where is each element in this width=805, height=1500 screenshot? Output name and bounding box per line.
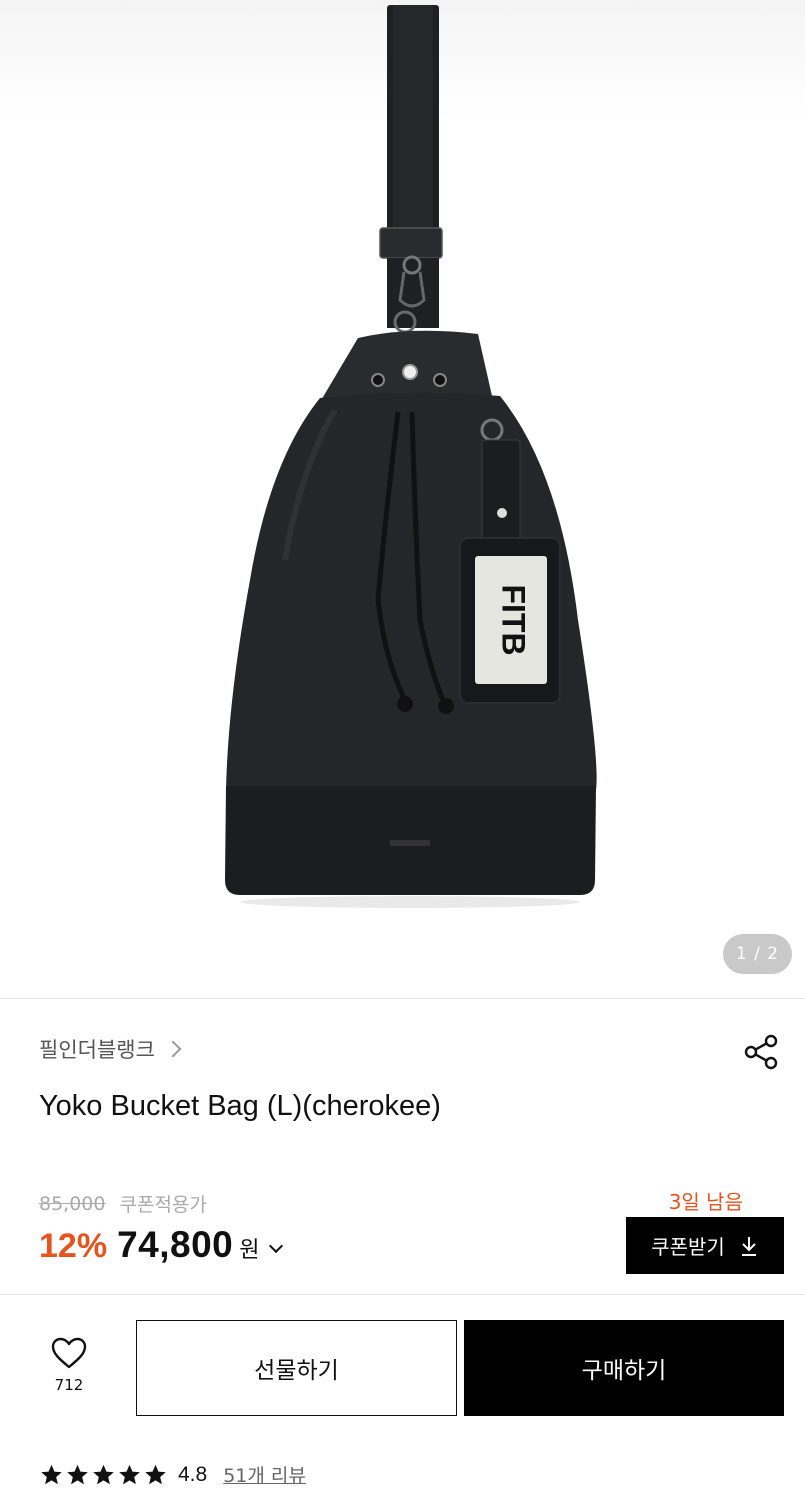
sale-price-row[interactable]: 12% 74,800 원	[39, 1224, 284, 1266]
review-count-link[interactable]: 51개 리뷰	[223, 1461, 306, 1488]
image-page-indicator: 1 / 2	[723, 934, 792, 974]
like-count: 712	[54, 1376, 84, 1394]
chevron-right-icon	[164, 1040, 182, 1058]
product-tag-text: FITB	[496, 584, 532, 655]
star-icon	[93, 1464, 114, 1484]
section-divider	[0, 1294, 805, 1295]
coupon-days-left: 3일 남음	[668, 1190, 743, 1214]
rating-row: 4.8 51개 리뷰	[39, 1461, 306, 1488]
sale-price: 74,800	[117, 1224, 234, 1265]
discount-percent: 12%	[39, 1227, 108, 1265]
gift-button[interactable]: 선물하기	[136, 1320, 457, 1416]
currency-unit: 원	[239, 1238, 260, 1263]
heart-icon	[51, 1337, 87, 1369]
product-title: Yoko Bucket Bag (L)(cherokee)	[39, 1090, 441, 1122]
share-button[interactable]	[742, 1032, 782, 1072]
brand-link[interactable]: 필인더블랭크	[39, 1034, 182, 1064]
section-divider	[0, 998, 805, 999]
share-icon	[744, 1034, 778, 1070]
get-coupon-button[interactable]: 쿠폰받기	[626, 1217, 784, 1274]
original-price-row: 85,000 쿠폰적용가	[39, 1190, 207, 1217]
star-icon	[145, 1464, 166, 1484]
get-coupon-label: 쿠폰받기	[651, 1235, 725, 1259]
like-button[interactable]: 712	[30, 1336, 108, 1406]
product-image: FITB	[225, 5, 597, 908]
star-icon	[67, 1464, 88, 1484]
star-rating	[39, 1463, 168, 1487]
product-image-gallery[interactable]: FITB 1 / 2	[0, 0, 805, 998]
download-icon	[741, 1236, 756, 1256]
original-price: 85,000	[39, 1192, 106, 1215]
buy-button[interactable]: 구매하기	[464, 1320, 784, 1416]
chevron-down-icon[interactable]	[269, 1238, 284, 1254]
coupon-price-note: 쿠폰적용가	[119, 1194, 207, 1216]
star-icon	[119, 1464, 140, 1484]
star-icon	[41, 1464, 62, 1484]
brand-name: 필인더블랭크	[39, 1038, 155, 1062]
rating-value: 4.8	[178, 1462, 208, 1486]
